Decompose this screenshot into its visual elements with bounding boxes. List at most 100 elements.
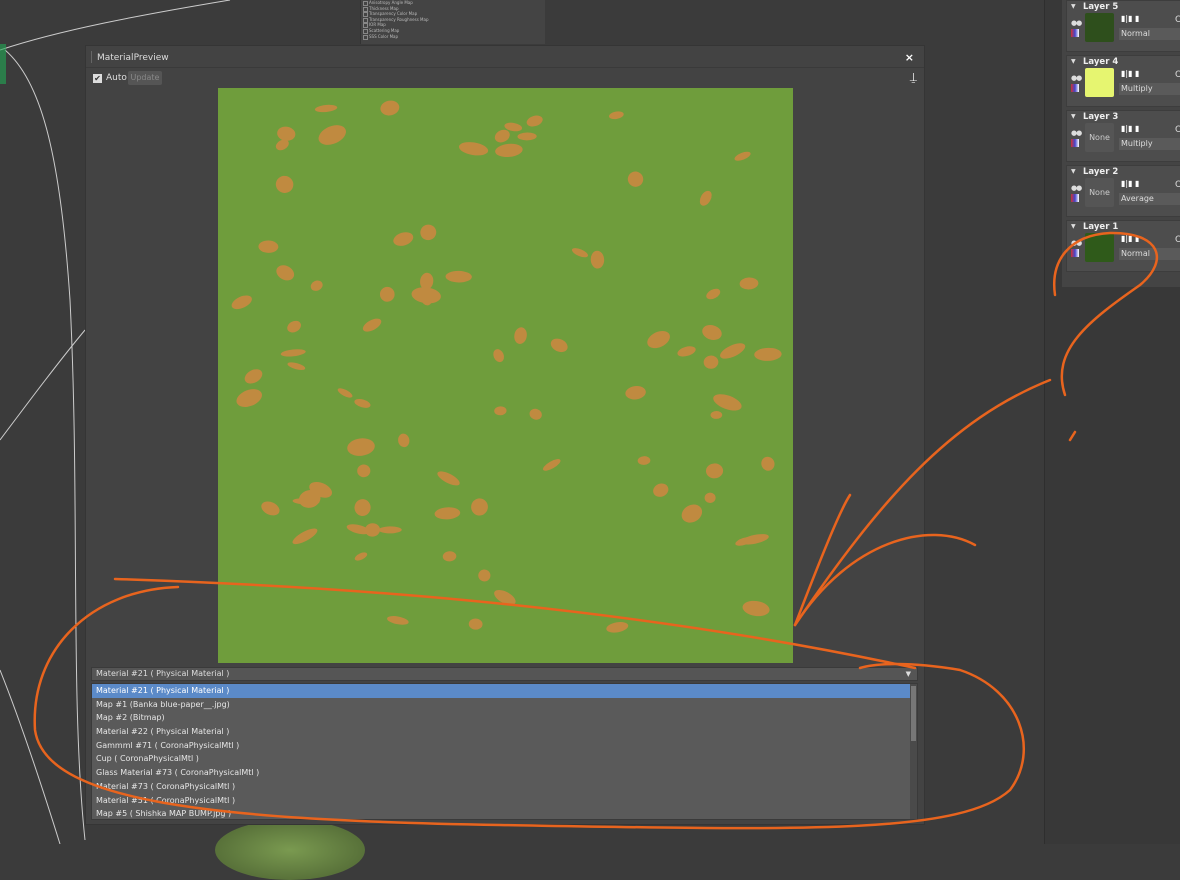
dialog-title-bar[interactable]: MaterialPreview [86,46,924,68]
texture-spot [494,406,507,416]
blend-mode-dropdown[interactable]: Normal [1119,28,1180,40]
layer-item[interactable]: ▼ Layer 5 ●● ▮|▮ ▮ O Normal [1066,0,1180,52]
collapse-arrow-icon[interactable]: ▼ [1071,223,1076,230]
update-button[interactable]: Update [128,71,162,85]
texture-spot [354,552,368,561]
collapse-arrow-icon[interactable]: ▼ [1071,3,1076,10]
mask-icons[interactable]: ▮|▮ ▮ [1121,14,1139,23]
layer-thumbnail[interactable] [1085,68,1114,97]
texture-spot [310,280,323,291]
layers-list: ▼ Layer 5 ●● ▮|▮ ▮ O Normal ▼ Layer 4 ●● … [1062,0,1180,287]
texture-spot [258,240,279,253]
color-correction-icon[interactable] [1071,84,1079,92]
texture-spot [706,288,721,300]
layer-item[interactable]: ▼ Layer 1 ●● ▮|▮ ▮ O Normal [1066,220,1180,272]
texture-spot [494,589,516,605]
texture-spot [517,132,537,141]
texture-spot [606,622,629,633]
blend-mode-dropdown[interactable]: Multiply [1119,83,1180,95]
layer-thumbnail[interactable]: None [1085,123,1114,152]
texture-spot [647,331,670,349]
close-icon[interactable]: × [905,51,914,64]
opacity-label: O [1175,70,1180,80]
material-dropdown-list: Material #21 ( Physical Material ) Map #… [91,683,918,820]
texture-spot [526,115,543,127]
texture-spot [314,104,338,113]
visibility-icon[interactable]: ●● [1071,74,1082,82]
texture-spot [754,347,782,361]
texture-spot [608,111,624,120]
texture-spot [277,126,296,141]
mask-icons[interactable]: ▮|▮ ▮ [1121,69,1139,78]
layer-thumbnail[interactable] [1085,233,1114,262]
layer-item[interactable]: ▼ Layer 2 ●● None ▮|▮ ▮ O Average [1066,165,1180,217]
texture-spot [702,324,722,340]
layer-name: Layer 1 [1083,222,1119,232]
dropdown-option[interactable]: Glass Material #73 ( CoronaPhysicalMtl ) [92,766,917,780]
chevron-down-icon: ▼ [905,670,911,678]
checkmark-icon: ✔ [93,73,102,83]
collapse-arrow-icon[interactable]: ▼ [1071,168,1076,175]
texture-spot [677,346,696,357]
texture-spot [276,265,295,281]
texture-spot [393,232,414,246]
color-correction-icon[interactable] [1071,29,1079,37]
color-correction-icon[interactable] [1071,249,1079,257]
layer-item[interactable]: ▼ Layer 4 ●● ▮|▮ ▮ O Multiply [1066,55,1180,107]
dropdown-option[interactable]: Map #5 ( Shishka MAP BUMP.jpg ) [92,807,917,819]
opacity-label: O [1175,180,1180,190]
texture-spot [231,295,252,310]
collapse-arrow-icon[interactable]: ▼ [1071,113,1076,120]
dropdown-option[interactable]: Cup ( CoronaPhysicalMtl ) [92,752,917,766]
dropdown-option[interactable]: Gammml #71 ( CoronaPhysicalMtl ) [92,739,917,753]
texture-preview [218,88,793,663]
layer-name: Layer 3 [1083,112,1119,122]
sphere-preview [215,820,365,880]
visibility-icon[interactable]: ●● [1071,19,1082,27]
layer-thumbnail[interactable]: None [1085,178,1114,207]
scrollbar[interactable] [910,684,917,819]
map-item[interactable]: SSS Color Map [361,34,545,40]
opacity-label: O [1175,235,1180,245]
texture-spot [627,171,644,187]
scrollbar-thumb[interactable] [911,686,916,741]
dropdown-option[interactable]: Material #73 ( CoronaPhysicalMtl ) [92,780,917,794]
eyedropper-icon[interactable]: ⍊ [910,70,917,85]
texture-spot [710,410,723,419]
visibility-icon[interactable]: ●● [1071,239,1082,247]
auto-label: Auto [106,73,127,83]
dropdown-option[interactable]: Material #21 ( Physical Material ) [92,684,917,698]
dropdown-option[interactable]: Material #22 ( Physical Material ) [92,725,917,739]
color-correction-icon[interactable] [1071,139,1079,147]
blend-mode-dropdown[interactable]: Multiply [1119,138,1180,150]
texture-spot [387,616,409,625]
texture-spot [699,190,712,206]
texture-spot [468,618,483,630]
texture-spot [495,143,523,158]
blend-mode-dropdown[interactable]: Average [1119,193,1180,205]
texture-spot [471,498,488,516]
auto-checkbox[interactable]: ✔ Auto [93,73,127,83]
blend-mode-dropdown[interactable]: Normal [1119,248,1180,260]
mask-icons[interactable]: ▮|▮ ▮ [1121,124,1139,133]
mask-icons[interactable]: ▮|▮ ▮ [1121,179,1139,188]
layer-thumbnail[interactable] [1085,13,1114,42]
texture-spot [354,499,371,517]
texture-spot [478,569,491,582]
collapse-arrow-icon[interactable]: ▼ [1071,58,1076,65]
dropdown-option[interactable]: Map #2 (Bitmap) [92,711,917,725]
texture-spot [354,398,371,408]
mask-icons[interactable]: ▮|▮ ▮ [1121,234,1139,243]
texture-spot [493,349,504,363]
texture-spot [550,338,568,353]
visibility-icon[interactable]: ●● [1071,184,1082,192]
layer-item[interactable]: ▼ Layer 3 ●● None ▮|▮ ▮ O Multiply [1066,110,1180,162]
texture-spot [236,389,262,407]
texture-spot [261,501,280,516]
color-correction-icon[interactable] [1071,194,1079,202]
material-dropdown[interactable]: Material #21 ( Physical Material ) ▼ [91,667,918,681]
dropdown-option[interactable]: Material #51 ( CoronaPhysicalMtl ) [92,794,917,808]
dropdown-option[interactable]: Map #1 (Banka blue-paper__.jpg) [92,698,917,712]
visibility-icon[interactable]: ●● [1071,129,1082,137]
texture-spot [287,320,301,333]
